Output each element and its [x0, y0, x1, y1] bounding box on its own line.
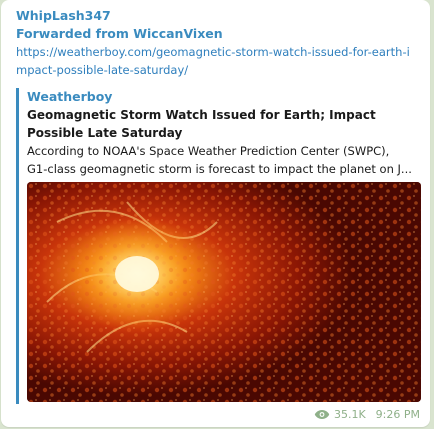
view-count: 35.1K: [333, 408, 366, 421]
preview-description: According to NOAA's Space Weather Predic…: [27, 142, 415, 178]
message-meta: 35.1K 9:26 PM: [314, 408, 420, 421]
preview-site-name: Weatherboy: [27, 89, 113, 104]
message-link[interactable]: https://weatherboy.com/geomagnetic-storm…: [16, 43, 411, 79]
message-time: 9:26 PM: [375, 408, 420, 421]
preview-description-line-1: According to NOAA's Space Weather Predic…: [27, 144, 390, 158]
preview-image-solar-flare[interactable]: [27, 182, 421, 402]
link-preview[interactable]: Weatherboy Geomagnetic Storm Watch Issue…: [16, 88, 421, 404]
preview-description-line-2: G1-class geomagnetic storm is forecast t…: [27, 162, 412, 176]
sender-name[interactable]: WhipLash347: [16, 8, 111, 23]
preview-title: Geomagnetic Storm Watch Issued for Earth…: [27, 108, 376, 140]
forwarded-from[interactable]: Forwarded from WiccanVixen: [16, 26, 223, 41]
eye-icon: [314, 409, 330, 420]
message-bubble[interactable]: WhipLash347 Forwarded from WiccanVixen h…: [1, 0, 430, 427]
